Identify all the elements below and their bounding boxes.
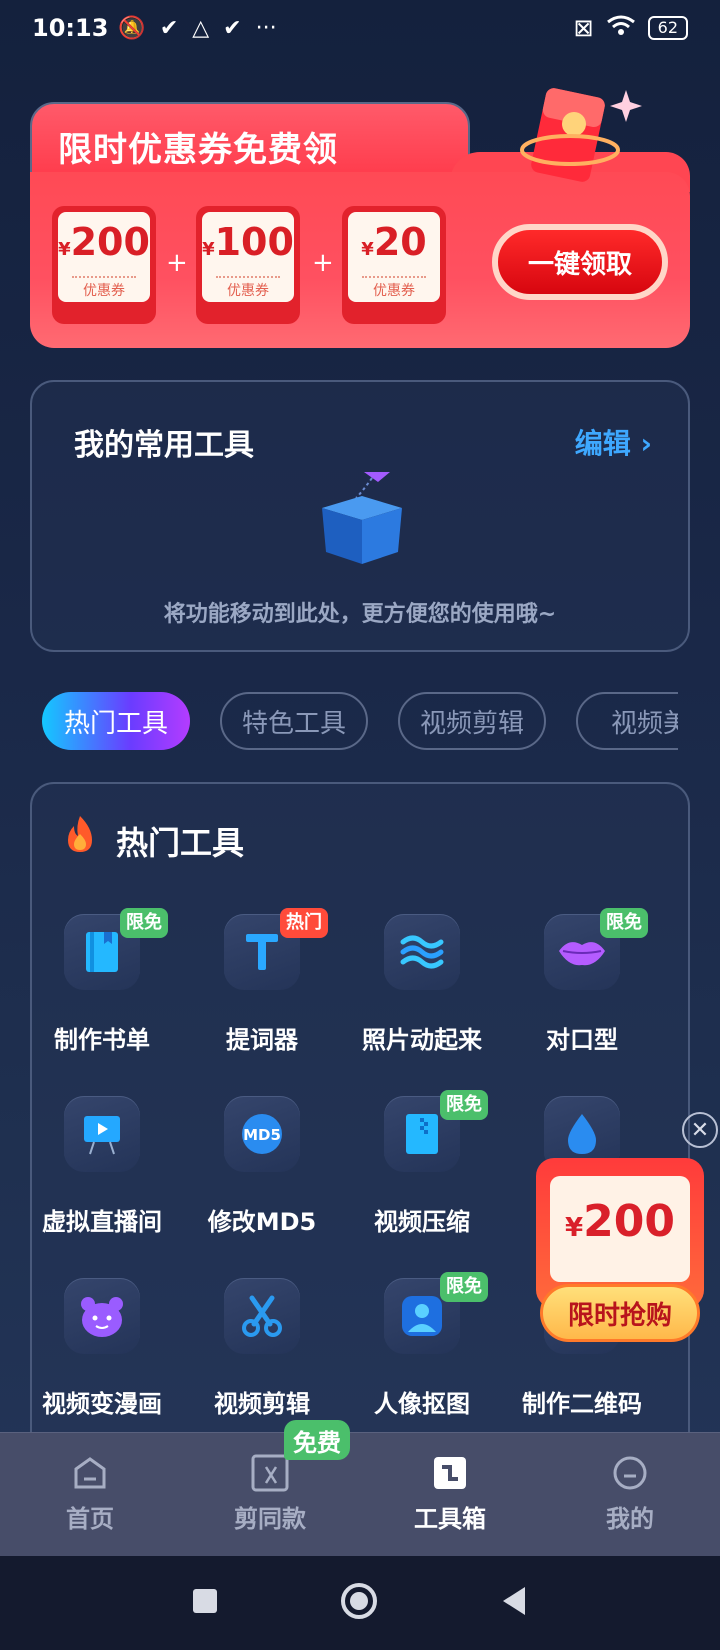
book-icon: 限免 (64, 908, 168, 990)
tab-hot-tools[interactable]: 热门工具 (42, 692, 190, 750)
compress-icon: 限免 (384, 1090, 488, 1172)
toolbox-icon (360, 1453, 540, 1493)
more-notifications-icon: ··· (255, 15, 277, 41)
hot-tools-section: 热门工具 限免 制作书单 热门 提词器 照片动起来 限免 对口型 虚拟直播间 M… (30, 782, 690, 1482)
tool-virtual-live-room[interactable]: 虚拟直播间 (32, 1096, 172, 1237)
tool-teleprompter[interactable]: 热门 提词器 (192, 908, 332, 1055)
text-t-icon: 热门 (224, 908, 328, 990)
tool-make-booklist[interactable]: 限免 制作书单 (32, 908, 172, 1055)
tool-modify-md5[interactable]: MD5 修改MD5 (192, 1096, 332, 1237)
limited-free-badge: 限免 (120, 908, 168, 938)
claim-all-button[interactable]: 一键领取 (492, 224, 668, 300)
check-icon-2: ✔ (223, 15, 242, 41)
tool-lip-sync[interactable]: 限免 对口型 (512, 908, 652, 1055)
lips-icon: 限免 (544, 908, 648, 990)
coupon-20: ¥20 优惠券 (342, 206, 446, 324)
tool-animate-photo[interactable]: 照片动起来 (352, 914, 492, 1055)
no-sim-icon: ⊠ (573, 14, 594, 42)
bear-icon (64, 1278, 140, 1354)
promo-title: 限时优惠券免费领 (58, 130, 338, 170)
profile-icon (540, 1453, 720, 1493)
edit-button[interactable]: 编辑 › (575, 422, 652, 462)
close-ad-button[interactable]: ✕ (682, 1112, 718, 1148)
limited-free-badge-2: 限免 (600, 908, 648, 938)
wifi-icon (606, 14, 636, 42)
waves-icon (384, 914, 460, 990)
red-envelope-icon (516, 80, 646, 194)
limited-free-badge-3: 限免 (440, 1090, 488, 1120)
tab-home[interactable]: 首页 (0, 1453, 180, 1534)
fire-icon (62, 814, 98, 858)
check-icon: ✔ (159, 15, 179, 41)
tool-video-editing[interactable]: 视频剪辑 (192, 1278, 332, 1419)
live-screen-icon (64, 1096, 140, 1172)
tool-video-compress[interactable]: 限免 视频压缩 (352, 1090, 492, 1237)
coupon-100: ¥100 优惠券 (196, 206, 300, 324)
home-icon (0, 1453, 180, 1493)
md5-label: MD5 (243, 1126, 281, 1144)
portrait-icon: 限免 (384, 1272, 488, 1354)
tab-video-editing[interactable]: 视频剪辑 (398, 692, 546, 750)
common-tools-title: 我的常用工具 (74, 428, 254, 463)
tab-toolbox[interactable]: 工具箱 (360, 1453, 540, 1534)
tool-portrait-cutout[interactable]: 限免 人像抠图 (352, 1272, 492, 1419)
coupon-200: ¥200 优惠券 (52, 206, 156, 324)
plus-sign-2: + (312, 248, 334, 278)
tool-video-to-comic[interactable]: 视频变漫画 (32, 1278, 172, 1419)
hot-tools-title: 热门工具 (116, 824, 245, 862)
ad-coupon-amount: ¥200 (550, 1176, 690, 1282)
system-navigation-bar (0, 1556, 720, 1650)
chevron-right-icon: › (640, 427, 652, 460)
tab-featured-tools[interactable]: 特色工具 (220, 692, 368, 750)
tab-profile[interactable]: 我的 (540, 1453, 720, 1534)
empty-hint: 将功能移动到此处，更方便您的使用哦~ (163, 602, 557, 627)
status-time: 10:13 (32, 14, 109, 42)
promo-banner[interactable]: 限时优惠券免费领 ¥200 优惠券 + ¥100 优惠券 + ¥20 优惠券 一… (30, 88, 690, 350)
hot-badge: 热门 (280, 908, 328, 938)
flash-sale-button[interactable]: 限时抢购 (540, 1284, 700, 1342)
free-badge: 免费 (284, 1420, 350, 1460)
mute-alarm-icon: 🔕 (118, 15, 146, 41)
home-button[interactable] (339, 1581, 379, 1625)
md5-icon: MD5 (224, 1096, 300, 1172)
battery-indicator: 62 (647, 16, 688, 40)
tab-video-beauty[interactable]: 视频美 (576, 692, 678, 750)
recent-apps-button[interactable] (191, 1587, 219, 1619)
common-tools-card: 我的常用工具 编辑 › 将功能移动到此处，更方便您的使用哦~ (30, 380, 690, 652)
empty-box-icon (312, 468, 412, 572)
status-bar: 10:13 🔕 ✔ △ ✔ ··· ⊠ 62 (0, 0, 720, 56)
plus-sign: + (166, 248, 188, 278)
back-button[interactable] (499, 1585, 529, 1621)
bottom-tab-bar: 首页 剪同款 工具箱 我的 (0, 1432, 720, 1556)
floating-coupon-ad[interactable]: ¥200 限时抢购 (536, 1158, 704, 1354)
scissors-icon (224, 1278, 300, 1354)
triangle-app-icon: △ (192, 15, 210, 41)
limited-free-badge-4: 限免 (440, 1272, 488, 1302)
category-tabs: 热门工具 特色工具 视频剪辑 视频美 (42, 692, 678, 752)
tab-template-cut[interactable]: 剪同款 (180, 1453, 360, 1534)
